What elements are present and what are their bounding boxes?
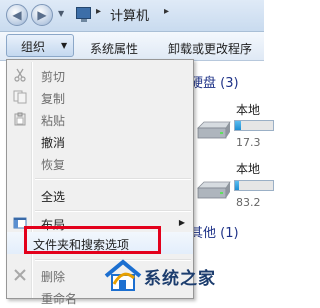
drive-d-size: 83.2 [236,196,261,209]
hard-drive-icon [197,181,231,199]
menu-item-label: 粘贴 [41,114,66,128]
menu-item-copy[interactable]: 复制 [7,86,193,108]
menu-separator [35,178,191,180]
menu-item-redo[interactable]: 恢复 [7,152,193,174]
breadcrumb-separator-icon[interactable]: ▸ [164,6,169,17]
menu-item-cut[interactable]: 剪切 [7,64,193,86]
delete-x-icon [14,269,26,281]
title-bar: ◀ ▶ ▼ ▸ 计算机 ▸ [0,0,264,32]
drive-d-usage-fill [235,181,239,190]
watermark-text: 系统之家 [144,269,216,289]
drive-c-size: 17.3 [236,136,261,149]
drive-d-usage-bar [234,180,274,191]
menu-item-label: 剪切 [41,70,66,84]
scissors-icon [14,68,26,82]
hard-disks-group-header[interactable]: 硬盘 (3) [190,72,239,91]
house-logo-icon [104,259,142,291]
watermark-logo: 系统之家 [94,256,262,296]
clipboard-icon [14,112,26,126]
chevron-down-icon: ▼ [61,41,68,50]
computer-icon [76,7,91,22]
drive-c-usage-bar [234,120,274,131]
history-dropdown-icon[interactable]: ▼ [58,9,64,18]
forward-arrow-icon: ▶ [37,8,47,22]
menu-item-label: 全选 [41,190,66,204]
menu-item-label: 删除 [41,270,66,284]
command-bar: 组织 ▼ 系统属性 卸载或更改程序 [0,32,264,61]
submenu-arrow-icon: ▶ [178,218,185,227]
breadcrumb-computer[interactable]: 计算机 [110,5,149,24]
organize-label: 组织 [21,40,46,54]
organize-button[interactable]: 组织 ▼ [6,34,74,57]
menu-item-paste[interactable]: 粘贴 [7,108,193,130]
menu-item-label: 恢复 [41,158,66,172]
back-button[interactable]: ◀ [6,4,28,26]
back-arrow-icon: ◀ [12,8,22,22]
menu-item-undo[interactable]: 撤消 [7,130,193,152]
menu-item-label: 撤消 [41,136,66,150]
system-properties-button[interactable]: 系统属性 [90,40,138,57]
other-group-header[interactable]: 其他 (1) [190,222,239,241]
drive-c-usage-fill [235,121,241,130]
forward-button[interactable]: ▶ [31,4,53,26]
highlight-annotation-box [24,226,161,254]
breadcrumb-separator-icon[interactable]: ▸ [96,6,101,17]
hard-drive-icon [197,121,231,139]
drive-c-label[interactable]: 本地 [236,101,260,118]
menu-item-label: 复制 [41,92,66,106]
copy-icon [13,90,27,104]
drive-d-label[interactable]: 本地 [236,160,260,177]
menu-item-select-all[interactable]: 全选 [7,184,193,206]
uninstall-program-button[interactable]: 卸载或更改程序 [168,40,252,57]
